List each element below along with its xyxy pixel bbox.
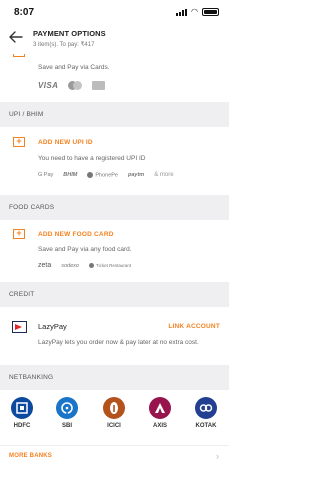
back-arrow-icon[interactable] [9,31,23,43]
visa-logo: VISA [38,81,59,90]
cellular-signal-icon [176,8,188,16]
amex-logo [92,81,106,90]
kotak-logo-icon [195,397,217,419]
bank-label: AXIS [152,423,167,429]
sbi-logo-icon [56,397,78,419]
section-header-credit: CREDIT [0,282,229,307]
zeta-logo: zeta [38,262,52,269]
plus-icon: + [13,229,25,239]
card-subtext: Save and Pay via Cards. [38,64,110,71]
lazypay-option[interactable]: LazyPay LINK ACCOUNT LazyPay lets you or… [0,307,229,365]
chevron-right-icon: › [216,451,219,461]
gpay-logo: G Pay [38,172,54,179]
bank-label: ICICI [107,423,121,429]
add-card-icon [13,54,25,57]
status-bar: 8:07 ◠ [0,0,229,22]
phonepe-logo: PhonePe [87,172,118,178]
order-summary: 3 item(s). To pay: ₹417 [33,42,95,48]
lazypay-description: LazyPay lets you order now & pay later a… [38,339,199,346]
upi-subtext: You need to have a registered UPI ID [38,155,146,162]
food-card-logos: zeta sodexo Ticket Restaurant [38,262,131,269]
section-header-upi: UPI / BHIM [0,102,229,127]
add-food-card-option[interactable]: + ADD NEW FOOD CARD Save and Pay via any… [0,220,229,282]
lazypay-name: LazyPay [38,322,67,331]
more-banks-button[interactable]: MORE BANKS [9,453,52,459]
hdfc-logo-icon [11,397,33,419]
link-account-button[interactable]: LINK ACCOUNT [168,323,220,330]
ticket-restaurant-logo: Ticket Restaurant [88,263,131,269]
bank-label: HDFC [13,423,31,429]
add-food-card-button[interactable]: ADD NEW FOOD CARD [38,231,114,238]
header: PAYMENT OPTIONS 3 item(s). To pay: ₹417 [0,22,229,54]
paytm-logo: paytm [128,172,145,179]
bhim-logo: BHIM [63,172,78,179]
payment-options-list[interactable]: Save and Pay via Cards. VISA UPI / BHIM … [0,54,229,467]
mastercard-logo [68,81,83,90]
wifi-icon: ◠ [191,7,198,16]
icici-logo-icon [103,397,125,419]
section-header-food-cards: FOOD CARDS [0,195,229,220]
more-apps-text: & more [154,172,174,179]
bank-axis[interactable]: AXIS [145,397,175,429]
food-card-subtext: Save and Pay via any food card. [38,246,132,253]
bank-sbi[interactable]: SBI [52,397,82,429]
sodexo-logo: sodexo [61,262,79,269]
more-banks-row[interactable]: MORE BANKS › [0,445,229,467]
status-time: 8:07 [14,7,35,18]
lazypay-icon [12,321,27,333]
bank-list: HDFC SBI ICICI AXIS KOTAK [0,390,229,445]
page-title: PAYMENT OPTIONS [33,29,106,38]
bank-hdfc[interactable]: HDFC [7,397,37,429]
card-option[interactable]: Save and Pay via Cards. VISA [0,54,229,102]
battery-icon [202,8,219,16]
upi-app-logos: G Pay BHIM PhonePe paytm & more [38,172,174,178]
add-upi-option[interactable]: + ADD NEW UPI ID You need to have a regi… [0,127,229,195]
card-logos: VISA [38,81,106,90]
axis-logo-icon [149,397,171,419]
status-icons: ◠ [176,8,219,16]
bank-label: KOTAK [195,423,217,429]
plus-icon: + [13,137,25,147]
section-header-netbanking: NETBANKING [0,365,229,390]
bank-kotak[interactable]: KOTAK [191,397,221,429]
bank-label: SBI [61,423,72,429]
add-upi-button[interactable]: ADD NEW UPI ID [38,139,93,146]
bank-icici[interactable]: ICICI [99,397,129,429]
